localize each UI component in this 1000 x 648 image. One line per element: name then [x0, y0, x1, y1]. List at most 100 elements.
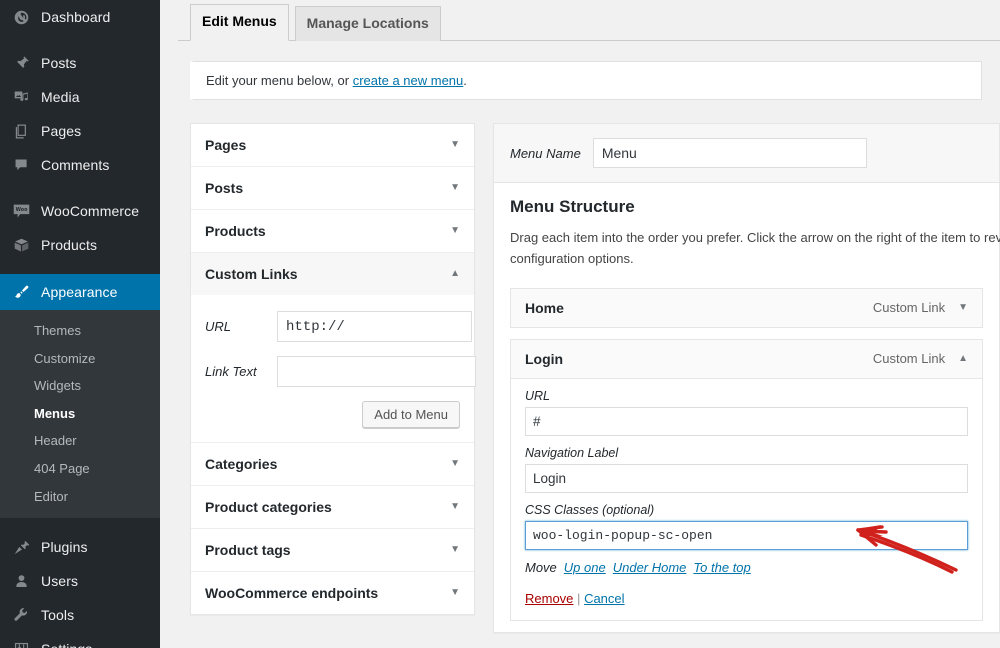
sidebar-item-settings[interactable]: Settings	[0, 632, 160, 648]
user-icon	[10, 571, 32, 591]
menu-item-actions-row: Remove | Cancel	[525, 591, 968, 606]
sliders-icon	[10, 639, 32, 648]
svg-text:Woo: Woo	[15, 207, 27, 213]
menu-item-bar[interactable]: Home Custom Link ▼	[511, 288, 982, 327]
sidebar-item-appearance[interactable]: Appearance	[0, 274, 168, 310]
move-to-the-top-link[interactable]: To the top	[693, 560, 750, 575]
sidebar-item-pages[interactable]: Pages	[0, 114, 160, 148]
link-text-label: Link Text	[205, 364, 257, 379]
accordion-panel-products: Products ▼	[191, 210, 474, 253]
menu-item-title: Home	[525, 299, 564, 316]
notice-prefix: Edit your menu below, or	[206, 73, 353, 88]
wrench-icon	[10, 605, 32, 625]
sidebar-label: Products	[41, 237, 98, 253]
url-label: URL	[525, 388, 551, 403]
sidebar-item-media[interactable]: Media	[0, 80, 160, 114]
accordion-panel-categories: Categories ▼	[191, 443, 474, 486]
accordion-title: Custom Links	[205, 266, 298, 282]
custom-link-text-input[interactable]	[277, 356, 476, 387]
sidebar-label: Appearance	[41, 284, 118, 300]
accordion-title: Product categories	[205, 499, 332, 515]
sidebar-label: Settings	[41, 642, 92, 648]
pin-icon	[10, 53, 32, 73]
sidebar-label: Posts	[41, 55, 77, 71]
menu-item-url-field: URL	[525, 389, 968, 436]
submenu-item-header[interactable]: Header	[0, 427, 160, 455]
main-content: Edit Menus Manage Locations Edit your me…	[160, 0, 1000, 648]
tab-manage-locations[interactable]: Manage Locations	[294, 6, 441, 41]
accordion-header-woocommerce-endpoints[interactable]: WooCommerce endpoints ▼	[191, 572, 474, 614]
sidebar-item-woocommerce[interactable]: Woo WooCommerce	[0, 194, 160, 228]
url-label: URL	[205, 319, 232, 334]
accordion-panel-custom-links: Custom Links ▲ URL Link Text	[191, 253, 476, 443]
notice-suffix: .	[463, 73, 467, 88]
accordion-header-custom-links[interactable]: Custom Links ▲	[191, 253, 474, 295]
sidebar-item-posts[interactable]: Posts	[0, 46, 160, 80]
menu-items-list: Home Custom Link ▼ Login Custom Link ▲ U…	[510, 287, 983, 621]
move-under-home-link[interactable]: Under Home	[613, 560, 687, 575]
submenu-item-widgets[interactable]: Widgets	[0, 372, 160, 400]
menu-name-input[interactable]	[592, 138, 867, 168]
menu-item-title: Login	[525, 350, 564, 367]
sidebar-item-dashboard[interactable]: Dashboard	[0, 0, 160, 34]
menu-item-bar[interactable]: Login Custom Link ▲	[511, 339, 982, 379]
custom-links-body: URL Link Text Add to Menu	[191, 295, 476, 442]
move-up-one-link[interactable]: Up one	[564, 560, 606, 575]
sidebar-item-tools[interactable]: Tools	[0, 598, 160, 632]
chevron-down-icon: ▼	[450, 182, 460, 193]
chevron-up-icon: ▲	[450, 268, 460, 279]
wordpress-admin-screen: Dashboard Posts Media Pages Comments Woo…	[0, 0, 1000, 648]
tab-edit-menus[interactable]: Edit Menus	[190, 4, 289, 41]
custom-link-url-input[interactable]	[277, 311, 472, 342]
chevron-down-icon: ▼	[450, 139, 460, 150]
submenu-item-menus[interactable]: Menus	[0, 400, 160, 428]
sidebar-item-plugins[interactable]: Plugins	[0, 530, 160, 564]
menu-item-css-classes-input[interactable]	[525, 520, 968, 550]
menu-item-home[interactable]: Home Custom Link ▼	[510, 287, 983, 328]
cancel-link[interactable]: Cancel	[584, 591, 624, 606]
chevron-down-icon: ▼	[450, 544, 460, 555]
menu-structure-description: Drag each item into the order you prefer…	[510, 230, 1000, 266]
chevron-down-icon[interactable]: ▼	[958, 302, 968, 313]
submenu-item-editor[interactable]: Editor	[0, 483, 160, 511]
chevron-down-icon: ▼	[450, 587, 460, 598]
menu-item-url-input[interactable]	[525, 406, 968, 436]
custom-link-actions: Add to Menu	[205, 401, 460, 428]
menu-item-login[interactable]: Login Custom Link ▲ URL # Navigation Lab…	[510, 338, 983, 621]
sidebar-label: WooCommerce	[41, 203, 140, 219]
create-new-menu-link[interactable]: create a new menu	[353, 73, 464, 88]
chevron-up-icon[interactable]: ▲	[958, 353, 968, 364]
sidebar-label: Comments	[41, 157, 110, 173]
add-to-menu-button[interactable]: Add to Menu	[362, 401, 460, 428]
box-icon	[10, 235, 32, 255]
accordion-header-product-tags[interactable]: Product tags ▼	[191, 529, 474, 571]
sidebar-label: Users	[41, 573, 79, 590]
menu-item-navigation-label-input[interactable]	[525, 463, 968, 493]
accordion-title: Pages	[205, 137, 247, 153]
sidebar-label: Pages	[41, 123, 82, 139]
accordion-title: Categories	[205, 456, 278, 472]
sidebar-label: Media	[41, 89, 80, 105]
sidebar-item-products[interactable]: Products	[0, 228, 160, 262]
submenu-item-404-page[interactable]: 404 Page	[0, 455, 160, 483]
menu-notice: Edit your menu below, or create a new me…	[190, 61, 982, 100]
sidebar-item-users[interactable]: Users	[0, 564, 160, 598]
accordion-header-product-categories[interactable]: Product categories ▼	[191, 486, 474, 528]
accordion-panel-product-categories: Product categories ▼	[191, 486, 474, 529]
accordion-title: Product tags	[205, 542, 291, 558]
accordion-header-pages[interactable]: Pages ▼	[191, 124, 474, 166]
accordion-header-categories[interactable]: Categories ▼	[191, 443, 474, 485]
menu-name-label: Menu Name	[510, 145, 581, 161]
dashboard-gauge-icon	[10, 7, 32, 27]
sidebar-label: Tools	[41, 607, 75, 624]
menu-item-navlabel-field: Navigation Label	[525, 446, 968, 493]
accordion-title: WooCommerce endpoints	[205, 585, 379, 601]
accordion-header-products[interactable]: Products ▼	[191, 210, 474, 252]
menu-name-bar: Menu Name	[494, 124, 999, 183]
accordion-header-posts[interactable]: Posts ▼	[191, 167, 474, 209]
submenu-item-customize[interactable]: Customize	[0, 345, 160, 373]
remove-link[interactable]: Remove	[525, 591, 573, 606]
sidebar-item-comments[interactable]: Comments	[0, 148, 160, 182]
submenu-item-themes[interactable]: Themes	[0, 317, 160, 345]
css-classes-label: CSS Classes (optional)	[525, 502, 655, 517]
